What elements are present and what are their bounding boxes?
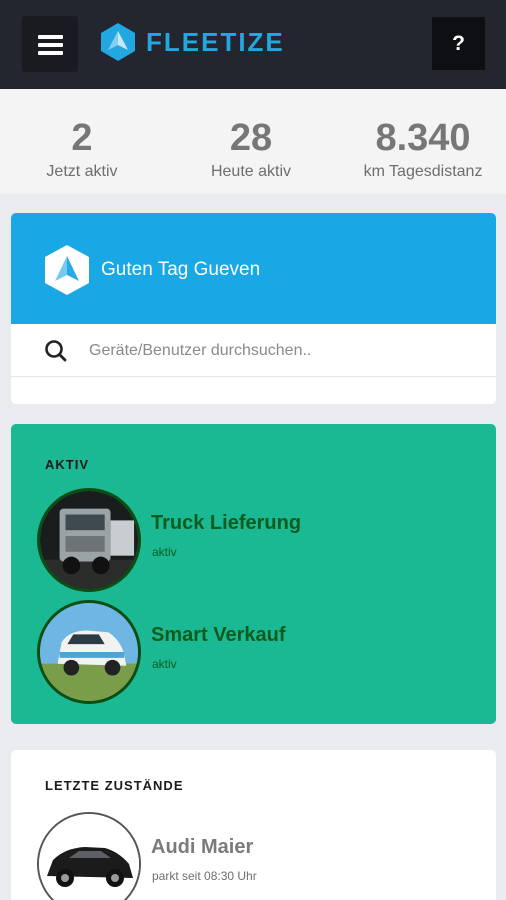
brand-name: FLEETIZE xyxy=(146,27,285,57)
search-bar xyxy=(11,324,496,377)
search-icon xyxy=(45,340,67,362)
fleetize-logo-icon xyxy=(101,23,135,61)
car-avatar xyxy=(37,812,141,900)
greeting-card: Guten Tag Gueven xyxy=(11,213,496,404)
greeting-header: Guten Tag Gueven xyxy=(11,213,496,324)
smart-car-image-icon xyxy=(40,603,138,701)
vehicle-status: aktiv xyxy=(152,545,177,559)
stat-label: Jetzt aktiv xyxy=(46,163,118,180)
greeting-text: Guten Tag Gueven xyxy=(101,259,261,280)
help-button[interactable]: ? xyxy=(432,17,485,70)
vehicle-status: aktiv xyxy=(152,657,177,671)
car-image-icon xyxy=(39,814,139,900)
section-title: LETZTE ZUSTÄNDE xyxy=(45,778,184,793)
list-item[interactable]: Truck Lieferung aktiv xyxy=(37,488,477,592)
section-title: AKTIV xyxy=(45,457,89,472)
stat-value: 8.340 xyxy=(375,117,471,159)
stat-daily-distance: 8.340 km Tagesdistanz xyxy=(348,117,498,181)
stat-label: km Tagesdistanz xyxy=(363,163,483,180)
stat-value: 2 xyxy=(71,117,93,159)
stat-now-active: 2 Jetzt aktiv xyxy=(22,117,142,181)
car-avatar xyxy=(37,600,141,704)
stat-today-active: 28 Heute aktiv xyxy=(192,117,310,181)
truck-avatar xyxy=(37,488,141,592)
vehicle-name: Audi Maier xyxy=(151,836,254,858)
active-vehicles-card: AKTIV Truck Lieferung aktiv Smart Verkau… xyxy=(11,424,496,724)
list-item[interactable]: Smart Verkauf aktiv xyxy=(37,600,477,704)
stat-value: 28 xyxy=(229,117,273,159)
hamburger-line xyxy=(38,35,63,39)
stat-label: Heute aktiv xyxy=(210,163,292,180)
list-item[interactable]: Audi Maier parkt seit 08:30 Uhr xyxy=(37,812,477,900)
vehicle-name: Smart Verkauf xyxy=(151,624,286,646)
hamburger-line xyxy=(38,43,63,47)
menu-button[interactable] xyxy=(22,16,78,72)
vehicle-status: parkt seit 08:30 Uhr xyxy=(152,869,257,883)
search-input[interactable] xyxy=(89,337,469,365)
top-bar: FLEETIZE ? xyxy=(0,0,506,89)
hamburger-line xyxy=(38,51,63,55)
vehicle-name: Truck Lieferung xyxy=(151,512,302,534)
truck-image-icon xyxy=(40,491,138,589)
fleetize-logo-icon xyxy=(45,245,89,295)
recent-states-card: LETZTE ZUSTÄNDE Audi Maier parkt seit 08… xyxy=(11,750,496,900)
stats-bar: 2 Jetzt aktiv 28 Heute aktiv 8.340 km Ta… xyxy=(0,89,506,194)
